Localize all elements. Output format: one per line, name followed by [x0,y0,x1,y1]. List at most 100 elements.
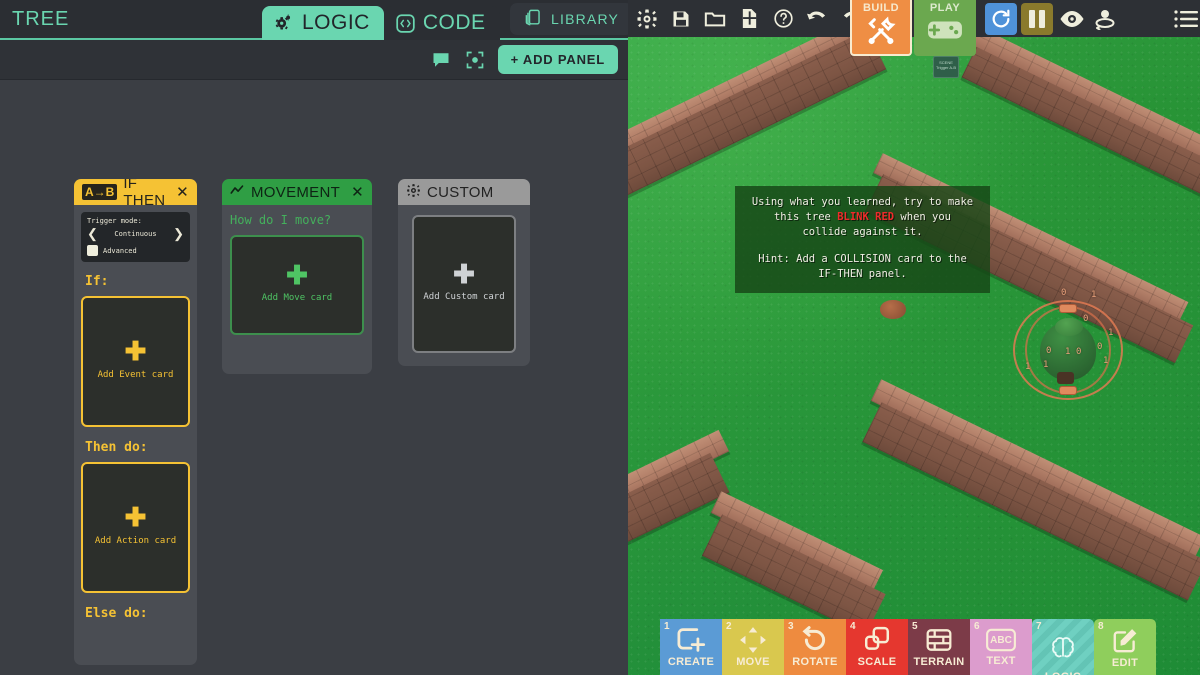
trigger-mode-selector[interactable]: ❮ Continuous ❯ [87,227,184,240]
save-icon[interactable] [666,4,696,34]
tools-icon [864,15,898,52]
mode-build-button[interactable]: BUILD [850,0,912,56]
gizmo-value: 1 [1025,362,1031,372]
tool-create[interactable]: 1 CREATE [660,619,722,675]
panel-if-then-body: Trigger mode: ❮ Continuous ❯ Advanced If… [74,205,197,665]
tool-scale[interactable]: 4 SCALE [846,619,908,675]
library-button[interactable]: LIBRARY [510,3,634,35]
if-section-label: If: [85,274,109,289]
tool-text[interactable]: 6 ABC TEXT [970,619,1032,675]
editor-sub-bar: + ADD PANEL [0,40,628,80]
add-event-card-label: Add Event card [97,369,174,380]
add-move-card-slot[interactable]: ✚ Add Move card [230,235,364,335]
tool-palette: 1 CREATE 2 MOVE 3 ROTATE 4 SCALE 5 TERRA… [660,619,1156,675]
trigger-mode-box[interactable]: Trigger mode: ❮ Continuous ❯ Advanced [81,212,190,262]
tool-terrain[interactable]: 5 TERRAIN [908,619,970,675]
tool-number: 2 [726,621,732,632]
code-brackets-icon [395,13,416,34]
close-icon[interactable]: ✕ [351,185,364,200]
speech-bubble-icon[interactable] [430,49,452,71]
panel-if-then-header: A→B IF THEN ✕ [74,179,197,209]
plus-icon: ✚ [453,258,475,289]
gizmo-value: 0 [1083,314,1089,324]
scale-icon [862,626,892,654]
add-event-card-slot[interactable]: ✚ Add Event card [81,296,190,427]
new-file-icon[interactable] [734,4,764,34]
advanced-checkbox[interactable] [87,245,98,256]
trigger-mode-label: Trigger mode: [87,217,142,225]
chevron-left-icon[interactable]: ❮ [87,227,98,240]
add-action-card-slot[interactable]: ✚ Add Action card [81,462,190,593]
plus-icon: ✚ [124,336,147,367]
editor-tabs: LOGIC CODE [262,6,500,40]
add-panel-button[interactable]: + ADD PANEL [497,45,618,74]
folder-icon[interactable] [700,4,730,34]
gizmo-value: 0 [1046,346,1052,356]
gamepad-icon [927,17,963,48]
rock-object[interactable] [880,300,906,319]
tree-trunk [1057,372,1074,384]
tool-rotate-label: ROTATE [792,656,838,668]
tool-scale-label: SCALE [857,656,897,668]
eye-icon[interactable] [1057,4,1087,34]
move-arrows-icon [738,626,768,654]
create-object-icon [676,626,706,654]
trend-line-icon [230,184,245,201]
tool-number: 6 [974,621,980,632]
scene-chip-label[interactable]: SCENE Trigger A-B [933,56,959,78]
tool-number: 3 [788,621,794,632]
tool-number: 1 [664,621,670,632]
pause-button[interactable] [1021,3,1053,35]
tool-logic-label: LOGIC [1045,671,1081,675]
undo-icon[interactable] [802,4,832,34]
tab-code[interactable]: CODE [383,6,500,40]
tree-object[interactable]: 0 1 0 0 1 0 1 0 1 1 1 [1013,288,1123,400]
edit-pencil-icon [1110,627,1140,655]
add-custom-card-slot[interactable]: ✚ Add Custom card [412,215,516,353]
movement-question: How do I move? [230,213,332,227]
close-icon[interactable]: ✕ [176,185,189,200]
brick-wall-icon [924,626,954,654]
instruction-line-3: collide against it. [802,226,923,239]
plus-icon: ✚ [124,502,147,533]
add-move-card-label: Add Move card [261,293,333,304]
tab-logic[interactable]: LOGIC [262,6,384,40]
tool-logic[interactable]: 7 LOGIC [1032,619,1094,675]
gizmo-value: 0 [1076,347,1082,357]
then-section-label: Then do: [85,440,148,455]
logic-canvas[interactable]: A→B IF THEN ✕ Trigger mode: ❮ Continuous… [0,80,628,675]
gizmo-handle-bottom[interactable] [1059,386,1077,395]
trigger-mode-value: Continuous [114,229,157,238]
selected-object-title: TREE [12,7,70,30]
panel-custom-header: CUSTOM [398,179,530,205]
gizmo-value: 1 [1043,360,1049,370]
reset-button[interactable] [985,3,1017,35]
mode-play-button[interactable]: PLAY [914,0,976,56]
orbit-camera-icon[interactable] [1090,4,1120,34]
gizmo-handle-top[interactable] [1059,304,1077,313]
tool-text-label: TEXT [986,655,1016,667]
panel-custom-body: ✚ Add Custom card [398,205,530,366]
panel-custom[interactable]: CUSTOM ✚ Add Custom card [398,179,530,366]
focus-target-icon[interactable] [464,49,486,71]
editor-top-bar: TREE LOGIC CODE LIBRARY [0,0,634,40]
instruction-highlight: BLINK RED [837,211,895,224]
panel-movement-header: MOVEMENT ✕ [222,179,372,205]
chevron-right-icon[interactable]: ❯ [173,227,184,240]
panel-movement-title: MOVEMENT [251,183,341,201]
tool-rotate[interactable]: 3 ROTATE [784,619,846,675]
panel-if-then[interactable]: A→B IF THEN ✕ Trigger mode: ❮ Continuous… [74,179,197,665]
advanced-toggle-row[interactable]: Advanced [87,245,184,256]
tool-edit[interactable]: 8 EDIT [1094,619,1156,675]
gizmo-value: 1 [1108,328,1114,338]
tool-number: 4 [850,621,856,632]
tool-move[interactable]: 2 MOVE [722,619,784,675]
panel-movement[interactable]: MOVEMENT ✕ How do I move? ✚ Add Move car… [222,179,372,374]
game-viewport[interactable]: 0 1 0 0 1 0 1 0 1 1 1 Using what you lea… [628,0,1200,675]
tool-edit-label: EDIT [1111,657,1139,669]
hamburger-menu-icon[interactable] [1172,4,1200,34]
panel-movement-body: How do I move? ✚ Add Move card [222,205,372,374]
help-icon[interactable] [768,4,798,34]
panel-if-then-title: IF THEN [123,179,166,209]
gear-icon[interactable] [632,4,662,34]
